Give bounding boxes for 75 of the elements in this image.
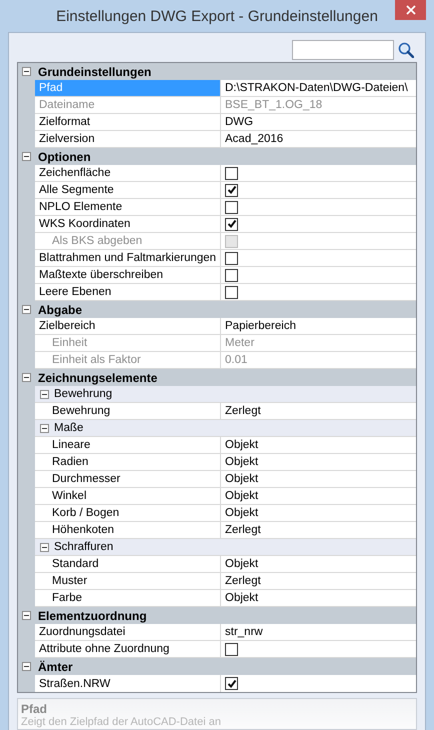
property-name[interactable]: Straßen.NRW bbox=[35, 675, 221, 692]
subcategory-row[interactable]: Bewehrung bbox=[35, 386, 416, 402]
property-value[interactable]: Objekt bbox=[225, 507, 258, 519]
property-name[interactable]: Bewehrung bbox=[35, 403, 221, 419]
checkbox[interactable] bbox=[225, 286, 238, 298]
property-value[interactable]: str_nrw bbox=[225, 626, 263, 638]
property-name[interactable]: Attribute ohne Zuordnung bbox=[35, 641, 221, 657]
subcategory-label: Maße bbox=[54, 422, 84, 434]
property-name[interactable]: Standard bbox=[35, 556, 221, 572]
collapse-icon[interactable] bbox=[22, 67, 31, 76]
collapse-icon[interactable] bbox=[40, 424, 49, 432]
property-name[interactable]: Maßtexte überschreiben bbox=[35, 267, 221, 283]
property-value[interactable]: Zerlegt bbox=[225, 405, 261, 417]
property-value[interactable]: Objekt bbox=[225, 473, 258, 485]
property-value[interactable]: D:\STRAKON-Daten\DWG-Dateien\ bbox=[225, 82, 408, 94]
description-text: Zeigt den Zielpfad der AutoCAD-Datei an bbox=[21, 716, 222, 728]
property-name[interactable]: Höhenkoten bbox=[35, 522, 221, 538]
subcategory-row[interactable]: Schraffuren bbox=[35, 539, 416, 555]
checkbox[interactable] bbox=[225, 218, 238, 230]
checkbox[interactable] bbox=[225, 677, 238, 690]
property-value[interactable]: Objekt bbox=[225, 490, 258, 502]
property-name[interactable]: Blattrahmen und Faltmarkierungen bbox=[35, 250, 221, 266]
property-name[interactable]: Zielformat bbox=[35, 114, 221, 130]
checkbox[interactable] bbox=[225, 166, 238, 180]
subcategory-label: Schraffuren bbox=[54, 541, 114, 553]
collapse-icon[interactable] bbox=[22, 305, 31, 314]
collapse-icon[interactable] bbox=[22, 152, 31, 161]
description-title: Pfad bbox=[21, 703, 48, 716]
property-value[interactable]: Acad_2016 bbox=[225, 133, 284, 145]
subcategory-label: Bewehrung bbox=[54, 388, 112, 400]
category-title: Ämter bbox=[37, 660, 73, 674]
category-title: Elementzuordnung bbox=[37, 608, 147, 622]
collapse-icon[interactable] bbox=[22, 662, 31, 671]
property-value[interactable]: Objekt bbox=[225, 439, 258, 451]
property-value[interactable]: Papierbereich bbox=[225, 320, 296, 332]
property-name[interactable]: Muster bbox=[35, 573, 221, 589]
close-icon bbox=[406, 5, 416, 15]
collapse-icon[interactable] bbox=[22, 611, 31, 620]
property-name[interactable]: NPLO Elemente bbox=[35, 199, 221, 215]
checkbox[interactable] bbox=[225, 252, 238, 264]
category-title: Optionen bbox=[37, 150, 91, 164]
property-name[interactable]: Radien bbox=[35, 454, 221, 470]
property-name[interactable]: Lineare bbox=[35, 437, 221, 453]
collapse-icon[interactable] bbox=[22, 373, 31, 382]
checkbox[interactable] bbox=[225, 268, 238, 282]
property-name[interactable]: Leere Ebenen bbox=[35, 284, 221, 300]
property-value[interactable]: Zerlegt bbox=[225, 524, 261, 536]
property-name[interactable]: Winkel bbox=[35, 488, 221, 504]
checkbox[interactable] bbox=[225, 200, 238, 214]
search-field[interactable] bbox=[292, 40, 394, 60]
search-icon[interactable] bbox=[398, 42, 414, 58]
property-name[interactable]: Alle Segmente bbox=[35, 182, 221, 198]
property-name[interactable]: Zuordnungsdatei bbox=[35, 624, 221, 640]
close-button[interactable] bbox=[395, 0, 426, 20]
property-name[interactable]: Zeichenfläche bbox=[35, 165, 221, 181]
category-title: Zeichnungselemente bbox=[37, 370, 158, 384]
property-name[interactable]: Durchmesser bbox=[35, 471, 221, 487]
checkbox[interactable] bbox=[225, 184, 238, 196]
property-value[interactable]: Objekt bbox=[225, 558, 258, 570]
category-title: Abgabe bbox=[37, 302, 82, 316]
collapse-icon[interactable] bbox=[40, 390, 49, 398]
property-value[interactable]: DWG bbox=[225, 116, 254, 128]
property-name[interactable]: Zielbereich bbox=[35, 318, 221, 334]
property-name[interactable]: WKS Koordinaten bbox=[35, 216, 221, 232]
collapse-icon[interactable] bbox=[40, 542, 49, 552]
subcategory-row[interactable]: Maße bbox=[35, 420, 416, 436]
property-name[interactable]: Korb / Bogen bbox=[35, 505, 221, 521]
property-value[interactable]: Objekt bbox=[225, 592, 258, 604]
category-title: Grundeinstellungen bbox=[37, 64, 152, 78]
property-name[interactable]: Farbe bbox=[35, 590, 221, 606]
window-title: Einstellungen DWG Export - Grundeinstellungen bbox=[56, 8, 378, 24]
property-value[interactable]: Zerlegt bbox=[225, 575, 261, 587]
checkbox[interactable] bbox=[225, 642, 238, 656]
property-name[interactable]: Zielversion bbox=[35, 131, 221, 147]
property-value[interactable]: Objekt bbox=[225, 456, 258, 468]
